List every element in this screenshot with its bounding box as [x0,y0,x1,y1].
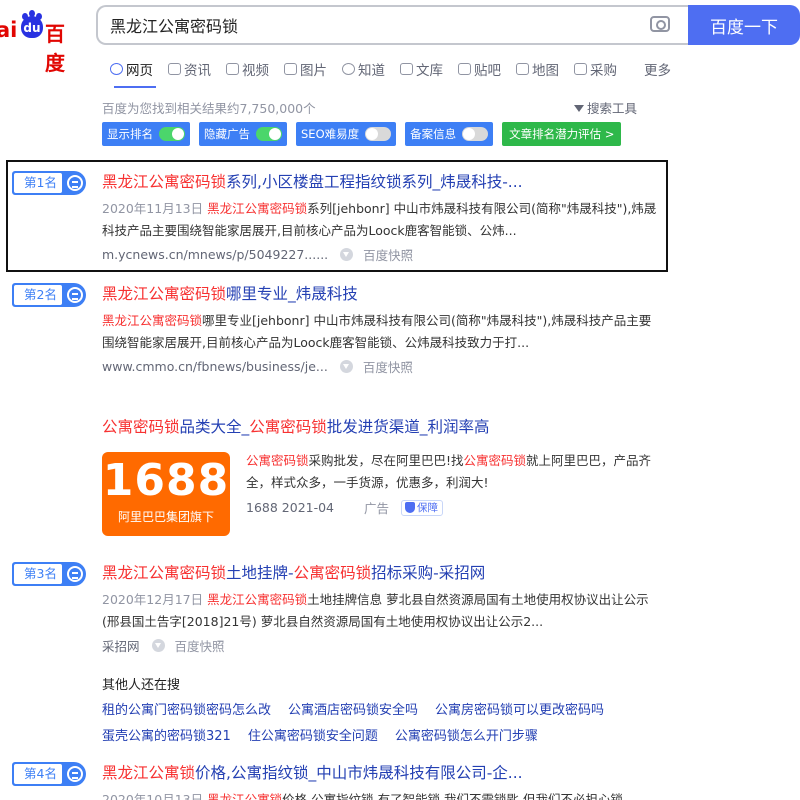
ad-description: 公寓密码锁采购批发，尽在阿里巴巴!找公寓密码锁就上阿里巴巴，产品齐全，样式众多，… [246,453,652,490]
ad-title[interactable]: 公寓密码锁品类大全_公寓密码锁批发进货渠道_利润率高 [102,417,662,437]
related-search-link[interactable]: 租的公寓门密码锁密码怎么改 [102,699,271,718]
ad-source[interactable]: 1688 2021-04 [246,500,334,515]
result-url[interactable]: www.cmmo.cn/fbnews/business/je... [102,359,328,374]
switch-on[interactable] [159,127,185,141]
ad-result: 公寓密码锁品类大全_公寓密码锁批发进货渠道_利润率高 [102,417,662,437]
toggle-icp-info[interactable]: 备案信息 [405,122,494,146]
switch-off[interactable] [462,127,489,141]
chevron-down-icon[interactable] [339,360,353,373]
result-title[interactable]: 黑龙江公寓密码锁哪里专业_炜晟科技 [102,284,662,304]
paw-toe-icon [29,10,35,17]
rank-logo-icon [66,287,83,303]
result-description: 2020年11月13日 黑龙江公寓密码锁系列[jehbonr] 中山市炜晟科技有… [102,201,657,238]
result-title[interactable]: 黑龙江公寓密码锁系列,小区楼盘工程指纹锁系列_炜晟科技-... [102,172,662,192]
related-searches-row: 租的公寓门密码锁密码怎么改 公寓酒店密码锁安全吗 公寓房密码锁可以更改密码吗 [102,699,621,718]
shield-icon [405,502,416,513]
guarantee-badge[interactable]: 保障 [401,499,444,516]
related-search-link[interactable]: 住公寓密码锁安全问题 [248,725,378,744]
search-button[interactable]: 百度一下 [688,5,800,45]
rank-logo-icon [66,566,83,582]
tab-web[interactable]: 网页 [110,58,153,80]
search-input[interactable] [110,7,630,43]
tab-purchase[interactable]: 采购 [574,58,617,80]
ad-1688-logo[interactable]: 1688 阿里巴巴集团旗下 [102,452,230,536]
related-search-link[interactable]: 蛋壳公寓的密码锁321 [102,725,231,744]
toggle-hide-ads[interactable]: 隐藏广告 [199,122,287,146]
result-title[interactable]: 黑龙江公寓密码锁土地挂牌-公寓密码锁招标采购-采招网 [102,563,662,583]
rank-logo-icon [66,175,83,191]
image-icon [284,63,297,75]
map-icon [516,63,529,75]
result-url[interactable]: 采招网 [102,636,140,655]
ad-label: 广告 [364,501,390,516]
chevron-down-icon[interactable] [340,248,354,261]
rank-badge: 第1名 [12,171,86,195]
toggle-seo-difficulty[interactable]: SEO难易度 [296,122,397,146]
search-result: 黑龙江公寓密码锁土地挂牌-公寓密码锁招标采购-采招网 2020年12月17日 黑… [102,563,662,655]
purchase-icon [574,63,587,75]
ad-meta: 1688 2021-04 广告 保障 [246,498,444,517]
search-tools-button[interactable]: 搜索工具 [574,98,637,117]
snapshot-link[interactable]: 百度快照 [175,636,225,655]
video-icon [226,63,239,75]
tieba-icon [458,63,471,75]
rank-logo-icon [66,766,83,782]
tab-news[interactable]: 资讯 [168,58,211,80]
paw-toe-icon [22,13,28,20]
baidu-logo[interactable]: ai du 百度 [0,10,82,75]
filter-icon [574,105,584,112]
tab-map[interactable]: 地图 [516,58,559,80]
evaluate-ranking-button[interactable]: 文章排名潜力评估 > [502,122,622,146]
related-search-link[interactable]: 公寓房密码锁可以更改密码吗 [435,699,604,718]
logo-baidu-text: 百度 [45,22,65,75]
search-icon [110,63,123,75]
tab-wenku[interactable]: 文库 [400,58,443,80]
rank-badge: 第4名 [12,762,86,786]
related-search-link[interactable]: 公寓密码锁怎么开门步骤 [395,725,538,744]
rank-badge: 第2名 [12,283,86,307]
search-result: 黑龙江公寓密码锁哪里专业_炜晟科技 黑龙江公寓密码锁哪里专业[jehbonr] … [102,284,662,376]
plugin-toggles: 显示排名 隐藏广告 SEO难易度 备案信息 文章排名潜力评估 > [102,122,630,146]
tab-tieba[interactable]: 贴吧 [458,58,501,80]
snapshot-link[interactable]: 百度快照 [363,357,413,376]
toggle-show-rank[interactable]: 显示排名 [102,122,190,146]
result-description: 黑龙江公寓密码锁哪里专业[jehbonr] 中山市炜晟科技有限公司(简称"炜晟科… [102,313,652,350]
tab-more[interactable]: 更多 [644,58,671,80]
snapshot-link[interactable]: 百度快照 [363,245,413,264]
result-description: 2020年12月17日 黑龙江公寓密码锁土地挂牌信息 萝北县自然资源局国有土地使… [102,592,649,629]
result-description: 2020年10月13日 黑龙江公寓锁价格 公寓指纹锁 有了智能锁 我们不需锁匙 … [102,792,624,800]
switch-off[interactable] [365,127,392,141]
chevron-down-icon[interactable] [151,639,165,652]
search-result: 黑龙江公寓锁价格,公寓指纹锁_中山市炜晟科技有限公司-企... 2020年10月… [102,763,662,800]
related-searches-title: 其他人还在搜 [102,678,181,693]
result-meta: 采招网 百度快照 [102,636,662,655]
related-searches-row: 蛋壳公寓的密码锁321 住公寓密码锁安全问题 公寓密码锁怎么开门步骤 [102,725,555,744]
result-title[interactable]: 黑龙江公寓锁价格,公寓指纹锁_中山市炜晟科技有限公司-企... [102,763,662,783]
rank-badge: 第3名 [12,562,86,586]
question-icon [342,63,355,75]
active-tab-underline [114,86,156,88]
tab-zhidao[interactable]: 知道 [342,58,385,80]
search-box[interactable] [96,5,688,45]
search-result: 黑龙江公寓密码锁系列,小区楼盘工程指纹锁系列_炜晟科技-... 2020年11月… [102,172,662,264]
paw-toe-icon [36,13,42,20]
result-count: 百度为您找到相关结果约7,750,000个 [102,101,316,116]
search-tabs: 网页 资讯 视频 图片 知道 文库 贴吧 地图 采购 更多 [110,58,686,80]
document-icon [400,63,413,75]
result-meta: www.cmmo.cn/fbnews/business/je... 百度快照 [102,357,662,376]
news-icon [168,63,181,75]
tab-video[interactable]: 视频 [226,58,269,80]
result-url[interactable]: m.ycnews.cn/mnews/p/5049227...... [102,247,328,262]
switch-on[interactable] [256,127,282,141]
related-search-link[interactable]: 公寓酒店密码锁安全吗 [288,699,418,718]
logo-bai: ai [0,18,18,42]
camera-icon[interactable] [650,16,670,32]
tab-image[interactable]: 图片 [284,58,327,80]
result-meta: m.ycnews.cn/mnews/p/5049227...... 百度快照 [102,245,662,264]
